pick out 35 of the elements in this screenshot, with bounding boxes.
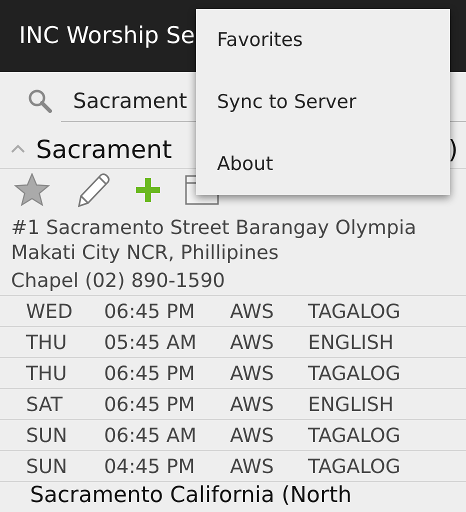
menu-item[interactable]: Favorites xyxy=(196,9,450,71)
language-cell: TAGALOG xyxy=(308,454,400,478)
day-cell-text: THU xyxy=(25,330,68,354)
time-cell-text: 05:45 AM xyxy=(104,330,198,354)
search-icon xyxy=(27,88,53,114)
pencil-icon[interactable] xyxy=(75,172,111,208)
time-cell-text: 04:45 PM xyxy=(104,454,196,478)
group-header[interactable]: Sacramento California (North xyxy=(0,482,466,510)
language-cell: TAGALOG xyxy=(308,362,400,384)
service-cell-text: AWS xyxy=(230,330,275,354)
phone-text: Chapel (02) 890-1590 xyxy=(10,268,226,294)
service-cell-text: AWS xyxy=(230,362,275,384)
service-cell-text: AWS xyxy=(230,300,275,322)
address-text: #1 Sacramento Street Barangay Olympia Makati City NCR, Phillipines xyxy=(10,215,418,265)
day-cell-text: THU xyxy=(25,362,68,384)
time-cell-text: 06:45 PM xyxy=(104,300,196,322)
day-cell-text: SAT xyxy=(25,392,64,416)
day-cell-text: SUN xyxy=(25,454,68,478)
time-cell-text: 06:45 PM xyxy=(104,362,196,384)
language-cell: ENGLISH xyxy=(308,330,394,354)
time-cell-text: 06:45 AM xyxy=(104,424,198,446)
star-icon[interactable] xyxy=(14,173,50,207)
plus-icon[interactable] xyxy=(136,178,160,202)
service-cell-text: AWS xyxy=(230,424,275,446)
service-cell-text: AWS xyxy=(230,454,275,478)
day-cell-text: SUN xyxy=(25,424,68,446)
language-cell: TAGALOG xyxy=(308,424,400,446)
app-title: INC Worship Se xyxy=(19,23,195,49)
menu-item[interactable]: Sync to Server xyxy=(196,71,450,133)
service-cell-text: AWS xyxy=(230,392,275,416)
day-cell-text: WED xyxy=(25,300,74,322)
time-cell-text: 06:45 PM xyxy=(104,392,196,416)
language-cell: TAGALOG xyxy=(308,300,400,322)
language-cell: ENGLISH xyxy=(308,392,394,416)
menu-item[interactable]: About xyxy=(196,133,450,195)
